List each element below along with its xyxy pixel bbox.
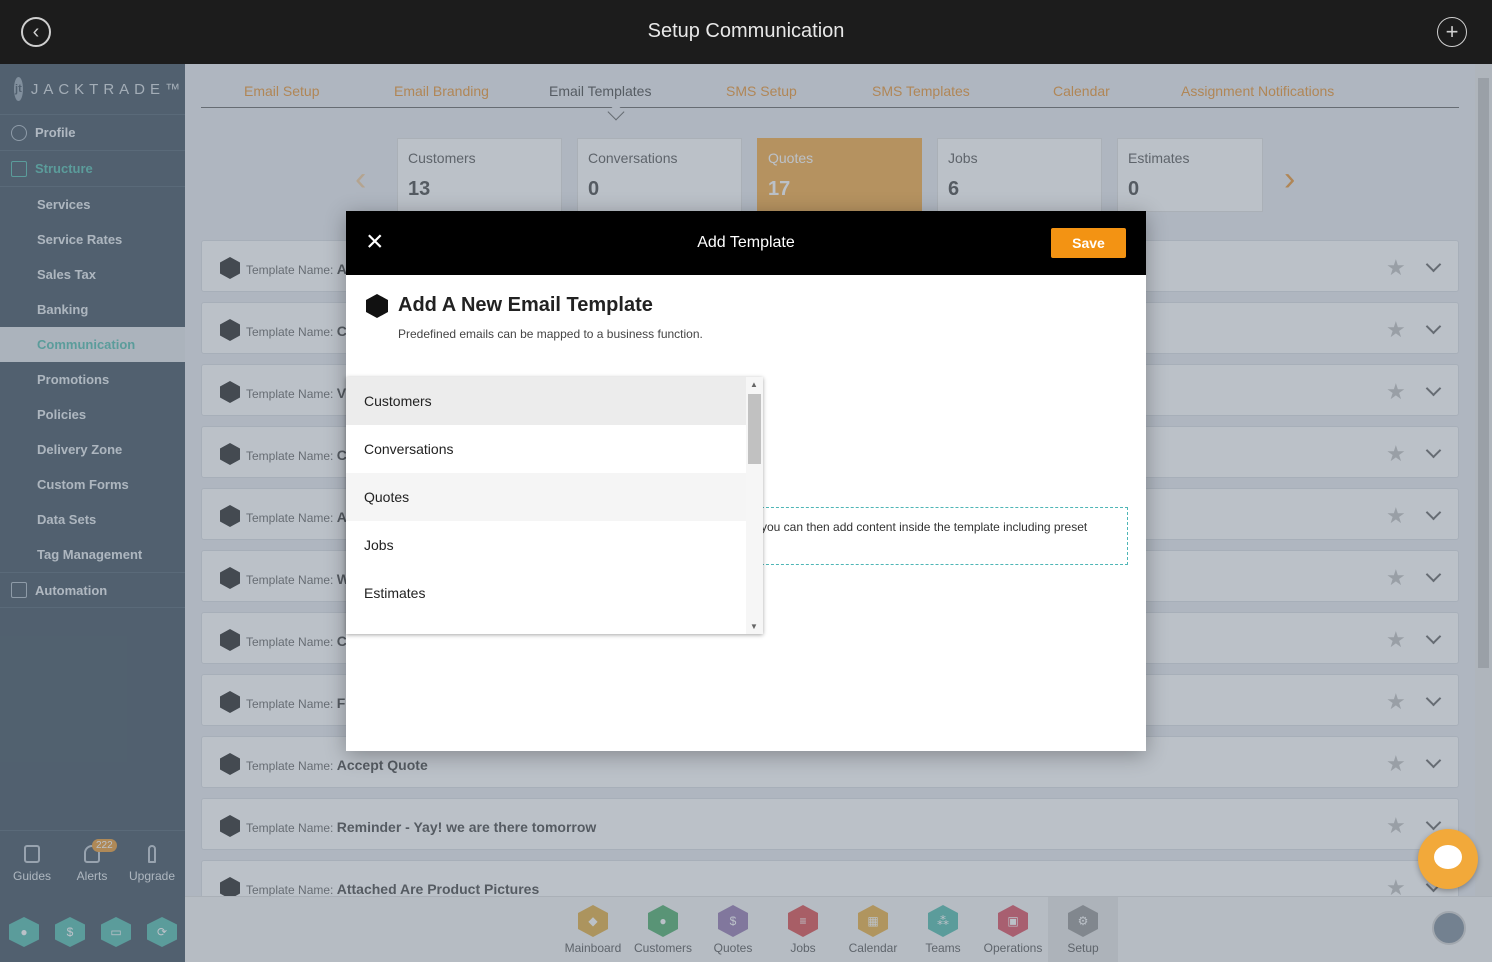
dropdown-option-jobs[interactable]: Jobs	[346, 521, 746, 569]
scroll-down-icon[interactable]: ▼	[750, 622, 758, 631]
page-title: Setup Communication	[647, 20, 845, 42]
save-button[interactable]: Save	[1051, 228, 1126, 258]
dropdown-option-conversations[interactable]: Conversations	[346, 425, 746, 473]
dropdown-option-estimates[interactable]: Estimates	[346, 569, 746, 617]
plus-icon: +	[1445, 19, 1459, 44]
modal-header: × Add Template Save	[346, 211, 1146, 275]
category-dropdown-list[interactable]: Customers Conversations Quotes Jobs Esti…	[346, 377, 763, 634]
modal-heading: Add A New Email Template	[398, 294, 653, 316]
modal-subtitle: Predefined emails can be mapped to a bus…	[398, 327, 703, 341]
scroll-up-icon[interactable]: ▲	[750, 380, 758, 389]
template-hex-icon	[366, 294, 388, 318]
dropdown-scrollbar-thumb[interactable]	[748, 394, 761, 464]
dropdown-scrollbar[interactable]: ▲ ▼	[746, 377, 763, 634]
chat-bubble-icon	[1434, 845, 1462, 869]
dropdown-option-customers[interactable]: Customers	[346, 377, 746, 425]
add-button[interactable]: +	[1437, 17, 1467, 47]
template-content-hint: you can then add content inside the temp…	[756, 507, 1128, 565]
chat-widget-button[interactable]	[1418, 829, 1478, 889]
top-bar: ‹ Setup Communication +	[0, 0, 1492, 64]
modal-title: Add Template	[697, 234, 795, 251]
dropdown-option-quotes[interactable]: Quotes	[346, 473, 746, 521]
